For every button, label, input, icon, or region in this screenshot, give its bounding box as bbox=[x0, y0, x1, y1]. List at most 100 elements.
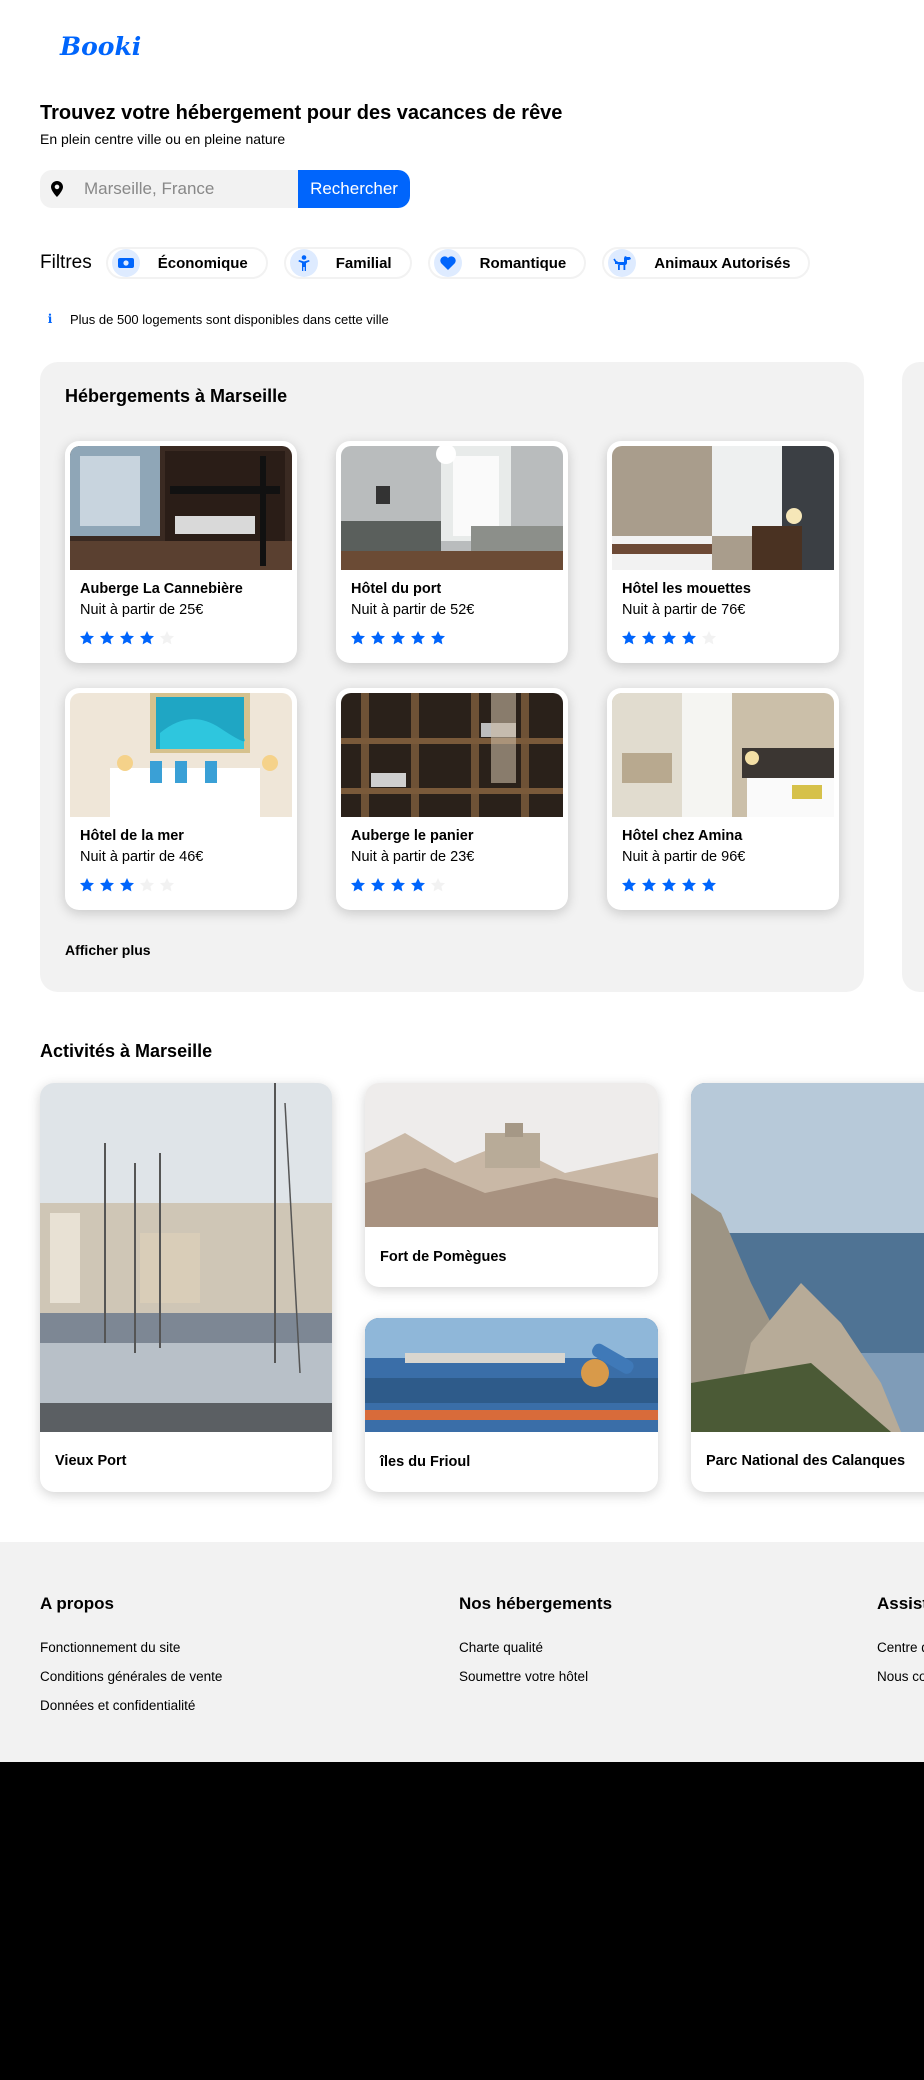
hero-title: Trouvez votre hébergement pour des vacan… bbox=[40, 102, 563, 124]
filter-label: Économique bbox=[157, 254, 248, 272]
activity-card[interactable]: Vieux Port bbox=[40, 1083, 332, 1492]
accommodation-card[interactable]: Hôtel chez Amina Nuit à partir de 96€ bbox=[607, 688, 839, 910]
filter-economique[interactable]: Économique bbox=[105, 247, 268, 279]
rating-stars bbox=[79, 630, 179, 646]
accommodation-name: Hôtel du port bbox=[351, 581, 442, 597]
footer-link[interactable]: Données et confidentialité bbox=[40, 1698, 222, 1713]
activity-photo bbox=[40, 1083, 332, 1432]
filter-label: Romantique bbox=[479, 254, 567, 272]
star-filled-icon bbox=[351, 878, 365, 892]
filter-animaux[interactable]: Animaux Autorisés bbox=[602, 247, 811, 279]
search-input[interactable] bbox=[74, 170, 298, 208]
footer-link[interactable]: Conditions générales de vente bbox=[40, 1669, 222, 1684]
filter-romantique[interactable]: Romantique bbox=[427, 247, 587, 279]
accommodation-photo bbox=[341, 446, 563, 570]
accommodations-section: Hébergements à Marseille Auberge La Cann… bbox=[40, 362, 864, 992]
star-filled-icon bbox=[391, 878, 405, 892]
heart-icon bbox=[433, 249, 462, 277]
show-more-link[interactable]: Afficher plus bbox=[65, 942, 151, 958]
child-icon bbox=[289, 249, 318, 277]
search-button[interactable]: Rechercher bbox=[298, 170, 410, 208]
popular-section-edge bbox=[902, 362, 924, 992]
filter-label: Animaux Autorisés bbox=[654, 254, 791, 272]
accommodation-price: Nuit à partir de 52€ bbox=[351, 602, 475, 618]
star-filled-icon bbox=[100, 631, 114, 645]
activity-card[interactable]: Fort de Pomègues bbox=[365, 1083, 658, 1287]
filter-label: Familial bbox=[335, 254, 392, 272]
accommodation-card[interactable]: Hôtel du port Nuit à partir de 52€ bbox=[336, 441, 568, 663]
footer-link[interactable]: Charte qualité bbox=[459, 1640, 612, 1655]
star-empty-icon bbox=[160, 631, 174, 645]
activity-name: Parc National des Calanques bbox=[706, 1453, 906, 1469]
accommodation-card[interactable]: Auberge La Cannebière Nuit à partir de 2… bbox=[65, 441, 297, 663]
star-filled-icon bbox=[100, 878, 114, 892]
star-filled-icon bbox=[622, 878, 636, 892]
star-filled-icon bbox=[411, 631, 425, 645]
activities-title: Activités à Marseille bbox=[40, 1041, 213, 1061]
accommodation-name: Hôtel de la mer bbox=[80, 828, 184, 844]
money-icon bbox=[111, 249, 140, 277]
accommodation-photo bbox=[70, 693, 292, 817]
star-filled-icon bbox=[662, 878, 676, 892]
footer-column-title: A propos bbox=[40, 1594, 114, 1613]
activity-name: Fort de Pomègues bbox=[380, 1249, 507, 1265]
star-empty-icon bbox=[702, 631, 716, 645]
accommodation-photo bbox=[341, 693, 563, 817]
activity-card[interactable]: îles du Frioul bbox=[365, 1318, 658, 1492]
star-filled-icon bbox=[351, 631, 365, 645]
accommodation-price: Nuit à partir de 23€ bbox=[351, 849, 475, 865]
rating-stars bbox=[621, 630, 721, 646]
accommodation-name: Hôtel les mouettes bbox=[622, 581, 751, 597]
star-filled-icon bbox=[682, 631, 696, 645]
filter-familial[interactable]: Familial bbox=[283, 247, 412, 279]
footer-column-title: Assistance bbox=[877, 1594, 924, 1613]
footer-link[interactable]: Fonctionnement du site bbox=[40, 1640, 222, 1655]
accommodation-card[interactable]: Hôtel de la mer Nuit à partir de 46€ bbox=[65, 688, 297, 910]
accommodation-price: Nuit à partir de 96€ bbox=[622, 849, 746, 865]
accommodation-photo bbox=[612, 693, 834, 817]
dog-icon bbox=[608, 249, 637, 277]
star-filled-icon bbox=[120, 878, 134, 892]
info-text: Plus de 500 logements sont disponibles d… bbox=[70, 311, 389, 327]
star-filled-icon bbox=[371, 631, 385, 645]
star-filled-icon bbox=[642, 878, 656, 892]
star-filled-icon bbox=[371, 878, 385, 892]
star-filled-icon bbox=[682, 878, 696, 892]
activity-photo bbox=[691, 1083, 924, 1432]
page: Booki Trouvez votre hébergement pour des… bbox=[0, 0, 924, 1762]
activity-name: îles du Frioul bbox=[380, 1454, 471, 1470]
star-empty-icon bbox=[160, 878, 174, 892]
logo[interactable]: Booki bbox=[60, 32, 141, 61]
footer-link[interactable]: Soumettre votre hôtel bbox=[459, 1669, 612, 1684]
accommodation-price: Nuit à partir de 46€ bbox=[80, 849, 204, 865]
star-filled-icon bbox=[80, 631, 94, 645]
footer-column: Assistance Centre d'aide Nous contacter bbox=[877, 1594, 924, 1698]
star-filled-icon bbox=[411, 878, 425, 892]
accommodation-name: Auberge le panier bbox=[351, 828, 474, 844]
accommodation-card[interactable]: Hôtel les mouettes Nuit à partir de 76€ bbox=[607, 441, 839, 663]
star-empty-icon bbox=[140, 878, 154, 892]
filters-bar: Filtres Économique Familial Romantique A… bbox=[40, 247, 826, 279]
star-filled-icon bbox=[391, 631, 405, 645]
star-filled-icon bbox=[120, 631, 134, 645]
star-filled-icon bbox=[642, 631, 656, 645]
star-filled-icon bbox=[662, 631, 676, 645]
footer-link[interactable]: Nous contacter bbox=[877, 1669, 924, 1684]
activity-name: Vieux Port bbox=[55, 1453, 127, 1469]
accommodations-title: Hébergements à Marseille bbox=[65, 386, 288, 406]
rating-stars bbox=[350, 630, 450, 646]
accommodation-photo bbox=[70, 446, 292, 570]
map-pin-icon bbox=[40, 170, 74, 208]
star-filled-icon bbox=[140, 631, 154, 645]
hero-subtitle: En plein centre ville ou en pleine natur… bbox=[40, 131, 286, 147]
accommodation-card[interactable]: Auberge le panier Nuit à partir de 23€ bbox=[336, 688, 568, 910]
info-banner: i Plus de 500 logements sont disponibles… bbox=[40, 309, 389, 329]
star-filled-icon bbox=[431, 631, 445, 645]
accommodation-name: Auberge La Cannebière bbox=[80, 581, 243, 597]
accommodation-price: Nuit à partir de 76€ bbox=[622, 602, 746, 618]
activity-card[interactable]: Parc National des Calanques bbox=[691, 1083, 924, 1492]
footer-link[interactable]: Centre d'aide bbox=[877, 1640, 924, 1655]
footer: A propos Fonctionnement du site Conditio… bbox=[0, 1542, 924, 1762]
filters-label: Filtres bbox=[40, 252, 92, 273]
star-empty-icon bbox=[431, 878, 445, 892]
